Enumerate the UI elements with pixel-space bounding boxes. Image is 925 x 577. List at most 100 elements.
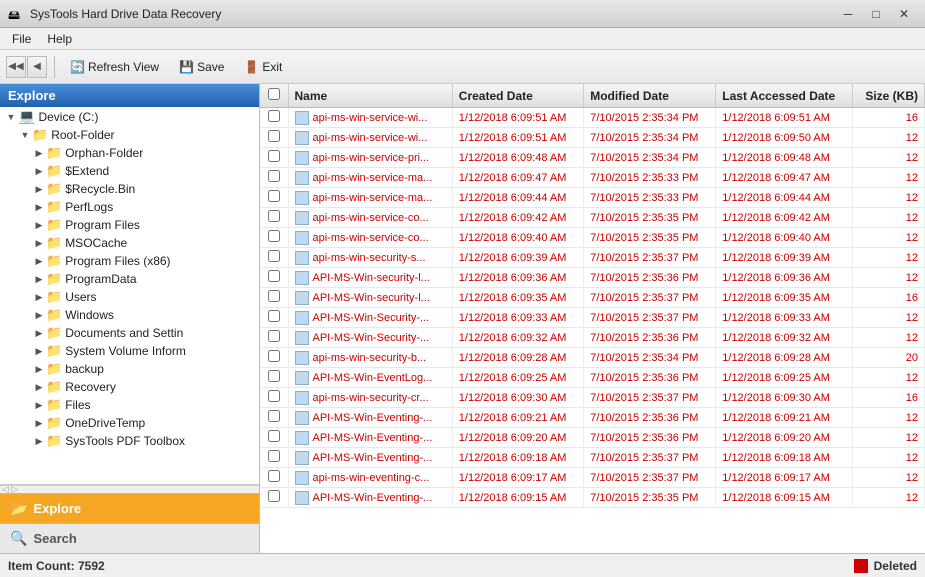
row-checkbox[interactable] [268,170,280,182]
table-row[interactable]: api-ms-win-service-co... 1/12/2018 6:09:… [260,228,925,248]
row-checkbox-cell[interactable] [260,128,288,148]
row-checkbox[interactable] [268,150,280,162]
row-checkbox-cell[interactable] [260,348,288,368]
tree-item-sysvolinfo[interactable]: ▶📁System Volume Inform [0,342,259,360]
select-all-checkbox[interactable] [268,88,280,100]
row-checkbox[interactable] [268,310,280,322]
tree-expander-perflogs[interactable]: ▶ [32,202,46,213]
row-checkbox[interactable] [268,230,280,242]
row-checkbox[interactable] [268,110,280,122]
row-checkbox-cell[interactable] [260,368,288,388]
table-row[interactable]: api-ms-win-security-s... 1/12/2018 6:09:… [260,248,925,268]
row-checkbox-cell[interactable] [260,168,288,188]
row-checkbox-cell[interactable] [260,388,288,408]
table-row[interactable]: api-ms-win-service-ma... 1/12/2018 6:09:… [260,188,925,208]
minimize-button[interactable]: ─ [835,4,861,24]
tree-item-orphan[interactable]: ▶📁Orphan-Folder [0,144,259,162]
tree-item-perflogs[interactable]: ▶📁PerfLogs [0,198,259,216]
table-row[interactable]: api-ms-win-service-wi... 1/12/2018 6:09:… [260,128,925,148]
row-checkbox[interactable] [268,190,280,202]
tree-item-programfiles[interactable]: ▶📁Program Files [0,216,259,234]
row-checkbox[interactable] [268,410,280,422]
close-button[interactable]: ✕ [891,4,917,24]
tree-expander-recovery[interactable]: ▶ [32,382,46,393]
exit-button[interactable]: 🚪 Exit [236,56,290,78]
maximize-button[interactable]: □ [863,4,889,24]
row-checkbox[interactable] [268,130,280,142]
table-row[interactable]: api-ms-win-security-cr... 1/12/2018 6:09… [260,388,925,408]
tree-expander-programfilesx86[interactable]: ▶ [32,256,46,267]
row-checkbox[interactable] [268,210,280,222]
table-row[interactable]: api-ms-win-eventing-c... 1/12/2018 6:09:… [260,468,925,488]
row-checkbox-cell[interactable] [260,288,288,308]
tree-expander-sextend[interactable]: ▶ [32,166,46,177]
tree-item-files[interactable]: ▶📁Files [0,396,259,414]
tree-expander-files[interactable]: ▶ [32,400,46,411]
col-created[interactable]: Created Date [452,84,583,108]
row-checkbox-cell[interactable] [260,428,288,448]
table-row[interactable]: API-MS-Win-Eventing-... 1/12/2018 6:09:1… [260,448,925,468]
row-checkbox[interactable] [268,250,280,262]
row-checkbox[interactable] [268,430,280,442]
col-accessed[interactable]: Last Accessed Date [716,84,853,108]
row-checkbox-cell[interactable] [260,228,288,248]
tree-expander-programfiles[interactable]: ▶ [32,220,46,231]
tree-item-programdata[interactable]: ▶📁ProgramData [0,270,259,288]
tree-scroll-x[interactable]: ◁ ▷ [0,485,259,493]
row-checkbox[interactable] [268,390,280,402]
col-name[interactable]: Name [288,84,452,108]
table-row[interactable]: api-ms-win-service-wi... 1/12/2018 6:09:… [260,108,925,128]
file-table-container[interactable]: Name Created Date Modified Date Last Acc… [260,84,925,553]
menu-help[interactable]: Help [39,30,80,48]
explore-tab[interactable]: 📂 Explore [0,493,259,523]
row-checkbox[interactable] [268,370,280,382]
row-checkbox[interactable] [268,490,280,502]
tree-item-windows[interactable]: ▶📁Windows [0,306,259,324]
table-row[interactable]: API-MS-Win-security-l... 1/12/2018 6:09:… [260,268,925,288]
tree-item-msocache[interactable]: ▶📁MSOCache [0,234,259,252]
row-checkbox-cell[interactable] [260,108,288,128]
col-modified[interactable]: Modified Date [584,84,716,108]
table-row[interactable]: API-MS-Win-security-l... 1/12/2018 6:09:… [260,288,925,308]
tree-expander-orphan[interactable]: ▶ [32,148,46,159]
row-checkbox[interactable] [268,270,280,282]
row-checkbox[interactable] [268,450,280,462]
table-row[interactable]: api-ms-win-service-ma... 1/12/2018 6:09:… [260,168,925,188]
row-checkbox-cell[interactable] [260,148,288,168]
refresh-button[interactable]: 🔄 Refresh View [62,56,167,78]
table-row[interactable]: API-MS-Win-Eventing-... 1/12/2018 6:09:2… [260,428,925,448]
tree-expander-systools[interactable]: ▶ [32,436,46,447]
tree-item-srecycle[interactable]: ▶📁$Recycle.Bin [0,180,259,198]
row-checkbox-cell[interactable] [260,308,288,328]
tree-expander-windows[interactable]: ▶ [32,310,46,321]
tree-expander-device[interactable]: ▼ [4,112,18,122]
table-row[interactable]: API-MS-Win-EventLog... 1/12/2018 6:09:25… [260,368,925,388]
search-tab[interactable]: 🔍 Search [0,523,259,553]
tree-expander-backup[interactable]: ▶ [32,364,46,375]
tree-item-recovery[interactable]: ▶📁Recovery [0,378,259,396]
tree-expander-onedrivetemp[interactable]: ▶ [32,418,46,429]
file-tree[interactable]: ▼💻Device (C:)▼📁Root-Folder▶📁Orphan-Folde… [0,107,259,485]
tree-expander-programdata[interactable]: ▶ [32,274,46,285]
row-checkbox-cell[interactable] [260,328,288,348]
tree-expander-users[interactable]: ▶ [32,292,46,303]
row-checkbox-cell[interactable] [260,468,288,488]
table-row[interactable]: API-MS-Win-Eventing-... 1/12/2018 6:09:1… [260,488,925,508]
row-checkbox[interactable] [268,470,280,482]
nav-first-button[interactable]: ◀◀ [6,56,26,78]
tree-expander-srecycle[interactable]: ▶ [32,184,46,195]
row-checkbox-cell[interactable] [260,248,288,268]
col-checkbox[interactable] [260,84,288,108]
col-size[interactable]: Size (KB) [853,84,925,108]
menu-file[interactable]: File [4,30,39,48]
row-checkbox-cell[interactable] [260,188,288,208]
row-checkbox-cell[interactable] [260,208,288,228]
table-row[interactable]: api-ms-win-security-b... 1/12/2018 6:09:… [260,348,925,368]
row-checkbox[interactable] [268,330,280,342]
row-checkbox[interactable] [268,350,280,362]
table-row[interactable]: api-ms-win-service-pri... 1/12/2018 6:09… [260,148,925,168]
tree-expander-root[interactable]: ▼ [18,130,32,140]
row-checkbox-cell[interactable] [260,448,288,468]
tree-item-sextend[interactable]: ▶📁$Extend [0,162,259,180]
tree-expander-docsettings[interactable]: ▶ [32,328,46,339]
